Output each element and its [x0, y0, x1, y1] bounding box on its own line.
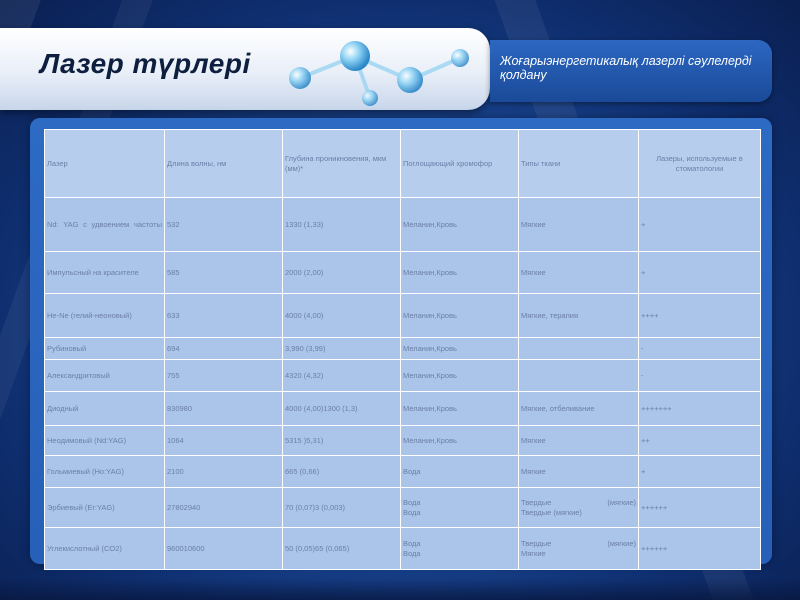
cell-tissue-line: Мягкие: [521, 548, 546, 558]
cell-laser: Углекислотный (CO2): [44, 527, 165, 570]
cell-tissue: Мягкие: [518, 197, 639, 252]
cell-wavelength: 2100: [164, 455, 283, 488]
cell-laser: Импульсный на красителе: [44, 251, 165, 294]
cell-wavelength: 532: [164, 197, 283, 252]
cell-depth: 1330 (1,33): [282, 197, 401, 252]
cell-depth: 2000 (2,00): [282, 251, 401, 294]
cell-tissue: Мягкие: [518, 251, 639, 294]
cell-laser: Nd: YAG с удвоением частоты: [44, 197, 165, 252]
table-panel: Лазер Длина волны, нм Глубина проникнове…: [30, 118, 772, 570]
cell-wavelength: 694: [164, 337, 283, 360]
cell-tissue: Мягкие, терапия: [518, 293, 639, 338]
cell-depth: 5315 )5,31): [282, 425, 401, 456]
cell-chromophore-line: Вода: [403, 538, 421, 548]
header-laser: Лазер: [44, 129, 165, 198]
cell-tissue: [518, 359, 639, 392]
cell-tissue-line: Твердые (мягкие): [521, 497, 636, 507]
cell-depth: 665 (0,66): [282, 455, 401, 488]
cell-chromophore: Меланин,Кровь: [400, 293, 519, 338]
cell-chromophore: Меланин,Кровь: [400, 425, 519, 456]
table-header-row: Лазер Длина волны, нм Глубина проникнове…: [44, 129, 761, 198]
table-row: Импульсный на красителе 585 2000 (2,00) …: [44, 251, 761, 294]
table-row: He-Ne (гелий-неоновый) 633 4000 (4,00) М…: [44, 293, 761, 338]
cell-depth: 50 (0,05)65 (0,065): [282, 527, 401, 570]
cell-laser: Эрбиевый (Er:YAG): [44, 487, 165, 528]
cell-wavelength: 27802940: [164, 487, 283, 528]
cell-tissue: [518, 337, 639, 360]
cell-depth: 4000 (4,00): [282, 293, 401, 338]
table-row: Неодимовый (Nd:YAG) 1064 5315 )5,31) Мел…: [44, 425, 761, 456]
cell-laser: Неодимовый (Nd:YAG): [44, 425, 165, 456]
table-row: Диодный 830980 4000 (4,00)1300 (1,3) Мел…: [44, 391, 761, 426]
cell-laser: Диодный: [44, 391, 165, 426]
cell-wavelength: 1064: [164, 425, 283, 456]
cell-chromophore-line: Вода: [403, 548, 421, 558]
cell-dental: +: [638, 197, 761, 252]
cell-dental: -: [638, 359, 761, 392]
cell-depth: 3,990 (3,99): [282, 337, 401, 360]
cell-wavelength: 755: [164, 359, 283, 392]
cell-chromophore: Вода Вода: [400, 487, 519, 528]
cell-tissue-line: Твердые (мягкие): [521, 507, 582, 517]
cell-laser: Александритовый: [44, 359, 165, 392]
molecule-decoration: [289, 41, 469, 106]
page-title: Лазер түрлері: [40, 48, 251, 79]
cell-dental: -: [638, 337, 761, 360]
cell-dental: ++++++: [638, 527, 761, 570]
cell-tissue: Твердые (мягкие) Мягкие: [518, 527, 639, 570]
cell-depth: 4320 (4,32): [282, 359, 401, 392]
cell-chromophore-line: Вода: [403, 507, 421, 517]
header-chromophore: Поглощающий хромофор: [400, 129, 519, 198]
cell-wavelength: 960010600: [164, 527, 283, 570]
cell-chromophore: Меланин,Кровь: [400, 197, 519, 252]
table-row: Эрбиевый (Er:YAG) 27802940 70 (0,07)3 (0…: [44, 487, 761, 528]
table-row: Гольмиевый (Ho:YAG) 2100 665 (0,66) Вода…: [44, 455, 761, 488]
header-depth: Глубина проникновения, мкм (мм)*: [282, 129, 401, 198]
cell-chromophore: Вода Вода: [400, 527, 519, 570]
cell-chromophore: Меланин,Кровь: [400, 359, 519, 392]
cell-dental: +: [638, 251, 761, 294]
cell-dental: ++++: [638, 293, 761, 338]
laser-types-table: Лазер Длина волны, нм Глубина проникнове…: [44, 129, 761, 570]
bottom-shade: [0, 578, 800, 600]
cell-wavelength: 633: [164, 293, 283, 338]
table-row: Рубиновый 694 3,990 (3,99) Меланин,Кровь…: [44, 337, 761, 360]
header-tissue: Типы ткани: [518, 129, 639, 198]
cell-dental: +++++++: [638, 391, 761, 426]
subtitle: Жоғарыэнергетикалық лазерлі сәулелерді қ…: [500, 54, 752, 82]
header-wavelength: Длина волны, нм: [164, 129, 283, 198]
cell-tissue: Мягкие: [518, 425, 639, 456]
cell-chromophore: Меланин,Кровь: [400, 251, 519, 294]
cell-dental: ++: [638, 425, 761, 456]
cell-wavelength: 585: [164, 251, 283, 294]
cell-tissue-line: Твердые (мягкие): [521, 538, 636, 548]
cell-wavelength: 830980: [164, 391, 283, 426]
table-row: Nd: YAG с удвоением частоты 532 1330 (1,…: [44, 197, 761, 252]
cell-laser: He-Ne (гелий-неоновый): [44, 293, 165, 338]
table-row: Александритовый 755 4320 (4,32) Меланин,…: [44, 359, 761, 392]
cell-depth: 70 (0,07)3 (0,003): [282, 487, 401, 528]
cell-dental: ++++++: [638, 487, 761, 528]
cell-chromophore-line: Вода: [403, 497, 421, 507]
table-row: Углекислотный (CO2) 960010600 50 (0,05)6…: [44, 527, 761, 570]
cell-laser: Гольмиевый (Ho:YAG): [44, 455, 165, 488]
cell-tissue: Мягкие: [518, 455, 639, 488]
cell-tissue: Мягкие, отбеливание: [518, 391, 639, 426]
cell-depth: 4000 (4,00)1300 (1,3): [282, 391, 401, 426]
header-dental: Лазеры, используемые в стоматологии: [638, 129, 761, 198]
cell-chromophore: Вода: [400, 455, 519, 488]
cell-chromophore: Меланин,Кровь: [400, 391, 519, 426]
cell-tissue: Твердые (мягкие) Твердые (мягкие): [518, 487, 639, 528]
cell-dental: +: [638, 455, 761, 488]
cell-laser: Рубиновый: [44, 337, 165, 360]
cell-chromophore: Меланин,Кровь: [400, 337, 519, 360]
